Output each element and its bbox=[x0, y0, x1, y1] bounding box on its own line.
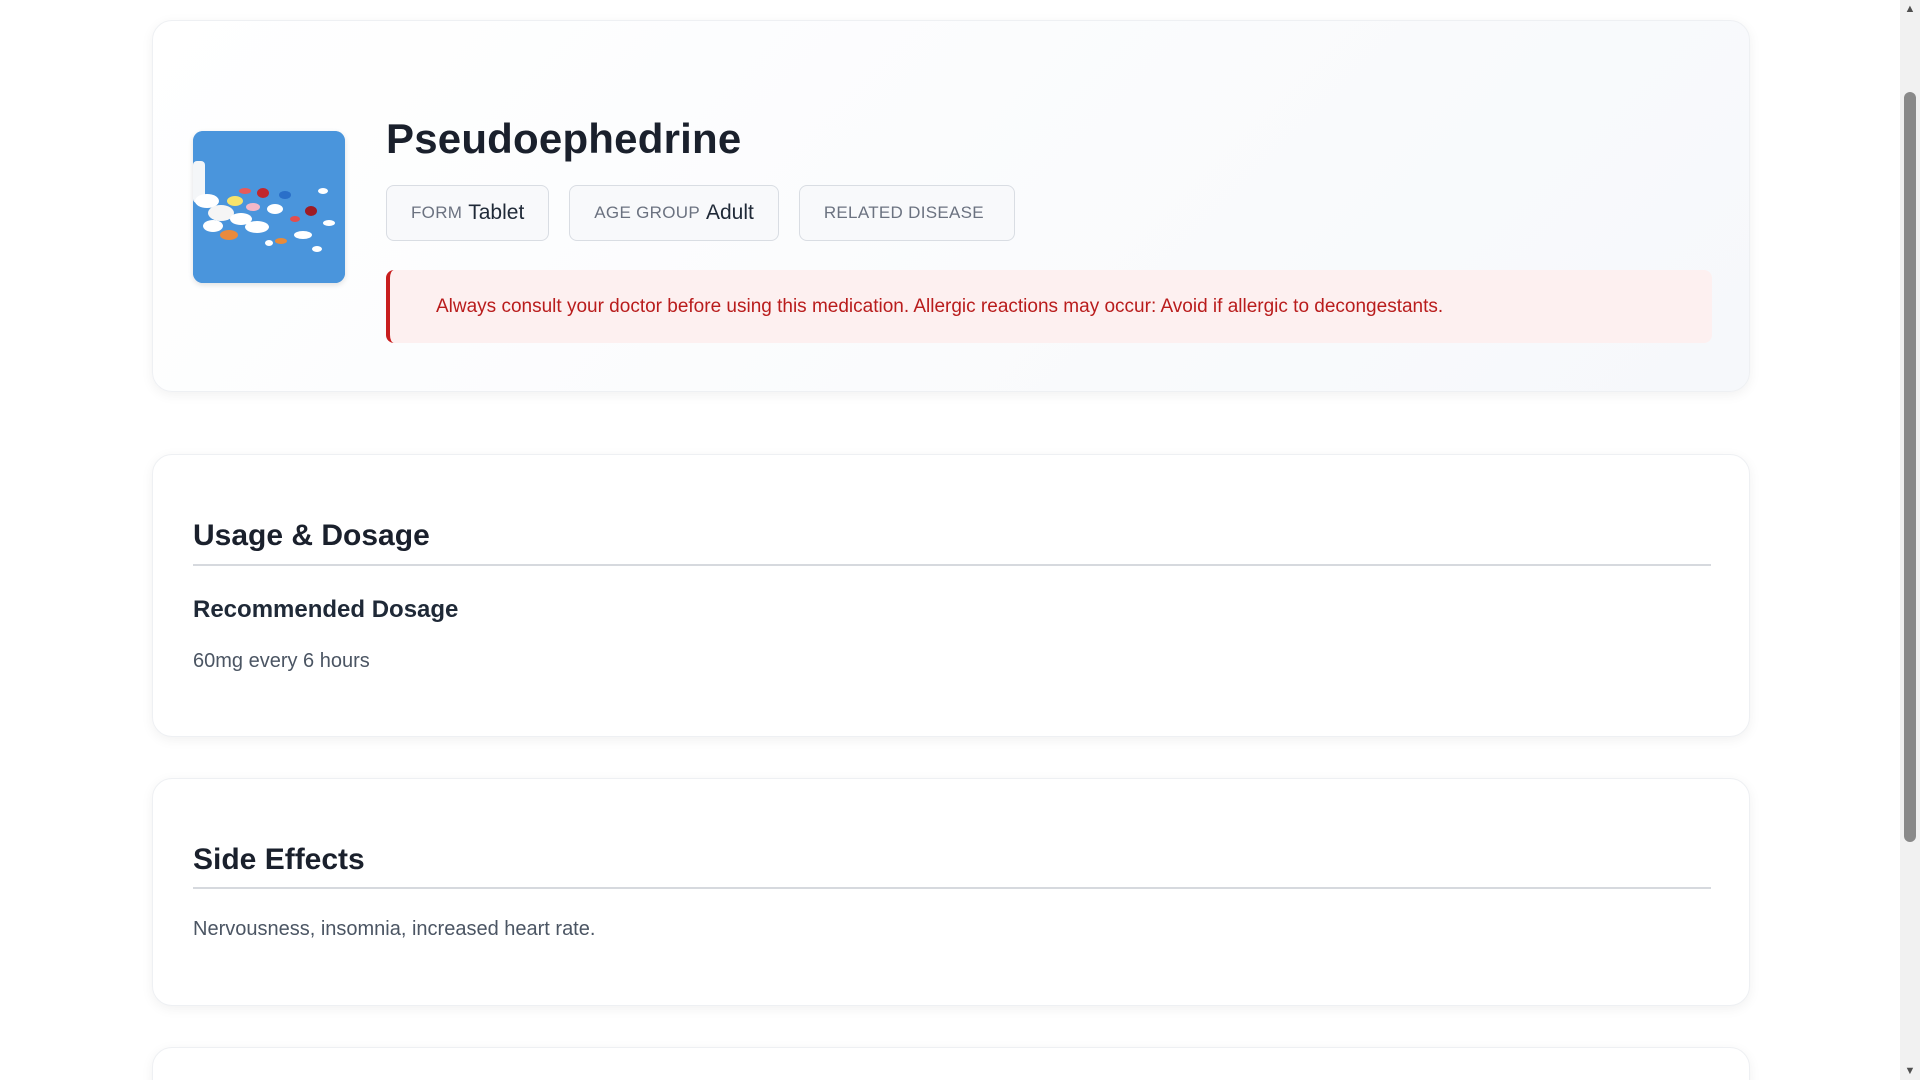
vertical-scrollbar[interactable]: ▲ ▼ bbox=[1900, 0, 1920, 1080]
scroll-down-icon[interactable]: ▼ bbox=[1900, 1062, 1920, 1080]
chip-value: Tablet bbox=[468, 201, 525, 224]
scroll-up-icon[interactable]: ▲ bbox=[1900, 0, 1920, 18]
chip-related-disease: RELATED DISEASE bbox=[798, 185, 1015, 241]
section-divider bbox=[193, 887, 1711, 889]
chip-label: RELATED DISEASE bbox=[823, 203, 984, 222]
chip-form: FORM Tablet bbox=[386, 185, 550, 241]
chip-value: Adult bbox=[705, 201, 754, 224]
page: Pseudoephedrine FORM Tablet AGE GROUP Ad… bbox=[0, 0, 1900, 1080]
warning-banner: Always consult your doctor before using … bbox=[386, 270, 1712, 343]
section-title: Side Effects bbox=[193, 843, 365, 876]
dosage-text: 60mg every 6 hours bbox=[193, 650, 370, 672]
side-effects-card: Side Effects Nervousness, insomnia, incr… bbox=[152, 778, 1750, 1006]
side-effects-text: Nervousness, insomnia, increased heart r… bbox=[193, 918, 596, 940]
usage-dosage-card: Usage & Dosage Recommended Dosage 60mg e… bbox=[152, 454, 1750, 737]
chip-age-group: AGE GROUP Adult bbox=[569, 185, 779, 241]
medication-image bbox=[193, 131, 345, 283]
section-title: Usage & Dosage bbox=[193, 519, 430, 552]
pills-photo-icon bbox=[193, 131, 345, 283]
medication-header-card: Pseudoephedrine FORM Tablet AGE GROUP Ad… bbox=[152, 20, 1750, 392]
recommended-dosage-heading: Recommended Dosage bbox=[193, 596, 459, 623]
next-section-card bbox=[152, 1047, 1750, 1080]
chip-label: FORM bbox=[411, 203, 463, 222]
chip-label: AGE GROUP bbox=[594, 203, 700, 222]
attribute-chips: FORM Tablet AGE GROUP Adult RELATED DISE… bbox=[386, 185, 1015, 241]
scrollbar-thumb[interactable] bbox=[1904, 92, 1916, 842]
warning-text: Always consult your doctor before using … bbox=[436, 295, 1444, 317]
medication-name: Pseudoephedrine bbox=[386, 115, 742, 162]
section-divider bbox=[193, 564, 1711, 566]
